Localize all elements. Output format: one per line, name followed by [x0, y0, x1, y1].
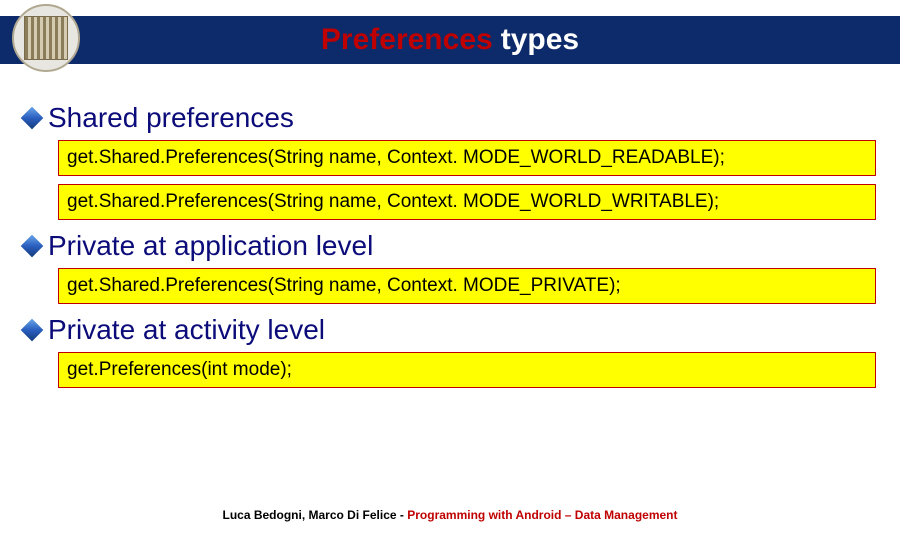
slide-footer: Luca Bedogni, Marco Di Felice - Programm… [0, 508, 900, 522]
heading-text: Private at activity level [48, 314, 325, 346]
slide-content: Shared preferences get.Shared.Preference… [0, 76, 900, 388]
title-bar: Preferences types [0, 0, 900, 76]
title-rest: types [501, 23, 579, 57]
heading-text: Shared preferences [48, 102, 294, 134]
footer-topic: Programming with Android – Data Manageme… [407, 508, 677, 522]
code-box: get.Preferences(int mode); [58, 352, 876, 388]
code-box: get.Shared.Preferences(String name, Cont… [58, 184, 876, 220]
bullet-diamond-icon [21, 235, 44, 258]
code-box: get.Shared.Preferences(String name, Cont… [58, 140, 876, 176]
section-heading: Private at activity level [24, 314, 876, 346]
code-box: get.Shared.Preferences(String name, Cont… [58, 268, 876, 304]
footer-authors: Luca Bedogni, Marco Di Felice [223, 508, 397, 522]
title-accent: Preferences [321, 23, 493, 57]
bullet-diamond-icon [21, 319, 44, 342]
section-heading: Private at application level [24, 230, 876, 262]
section-heading: Shared preferences [24, 102, 876, 134]
heading-text: Private at application level [48, 230, 373, 262]
slide-title: Preferences types [0, 16, 900, 64]
bullet-diamond-icon [21, 107, 44, 130]
